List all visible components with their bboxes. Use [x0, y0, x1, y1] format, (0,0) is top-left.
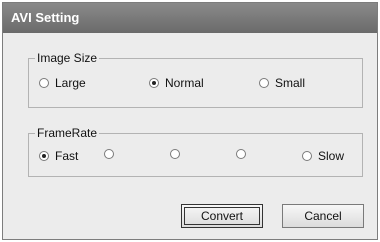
radio-small[interactable]: Small — [259, 76, 305, 90]
radio-small-label: Small — [275, 76, 306, 90]
radio-slow[interactable]: Slow — [302, 149, 344, 163]
radio-frame-rate-4-indicator — [236, 149, 246, 159]
radio-fast[interactable]: Fast — [39, 149, 78, 163]
cancel-button[interactable]: Cancel — [282, 204, 364, 228]
radio-normal[interactable]: Normal — [149, 76, 204, 90]
radio-fast-indicator — [39, 151, 49, 161]
radio-frame-rate-3-indicator — [170, 149, 180, 159]
window-title: AVI Setting — [3, 3, 377, 33]
image-size-label: Image Size — [35, 51, 100, 65]
radio-slow-label: Slow — [318, 149, 345, 163]
radio-frame-rate-4[interactable] — [236, 149, 252, 159]
radio-frame-rate-2[interactable] — [104, 149, 120, 159]
radio-large-indicator — [39, 78, 49, 88]
radio-large[interactable]: Large — [39, 76, 86, 90]
radio-frame-rate-2-indicator — [104, 149, 114, 159]
image-size-group: Image Size Large Normal Small — [28, 51, 363, 108]
radio-normal-label: Normal — [165, 76, 204, 90]
radio-large-label: Large — [55, 76, 86, 90]
radio-fast-label: Fast — [55, 149, 79, 163]
radio-frame-rate-3[interactable] — [170, 149, 186, 159]
frame-rate-group: FrameRate Fast Slow — [28, 126, 363, 177]
radio-normal-indicator — [149, 78, 159, 88]
radio-small-indicator — [259, 78, 269, 88]
convert-button[interactable]: Convert — [181, 204, 263, 228]
frame-rate-label: FrameRate — [35, 126, 100, 140]
avi-setting-dialog: AVI Setting Image Size Large Normal Smal… — [2, 2, 378, 240]
radio-slow-indicator — [302, 151, 312, 161]
